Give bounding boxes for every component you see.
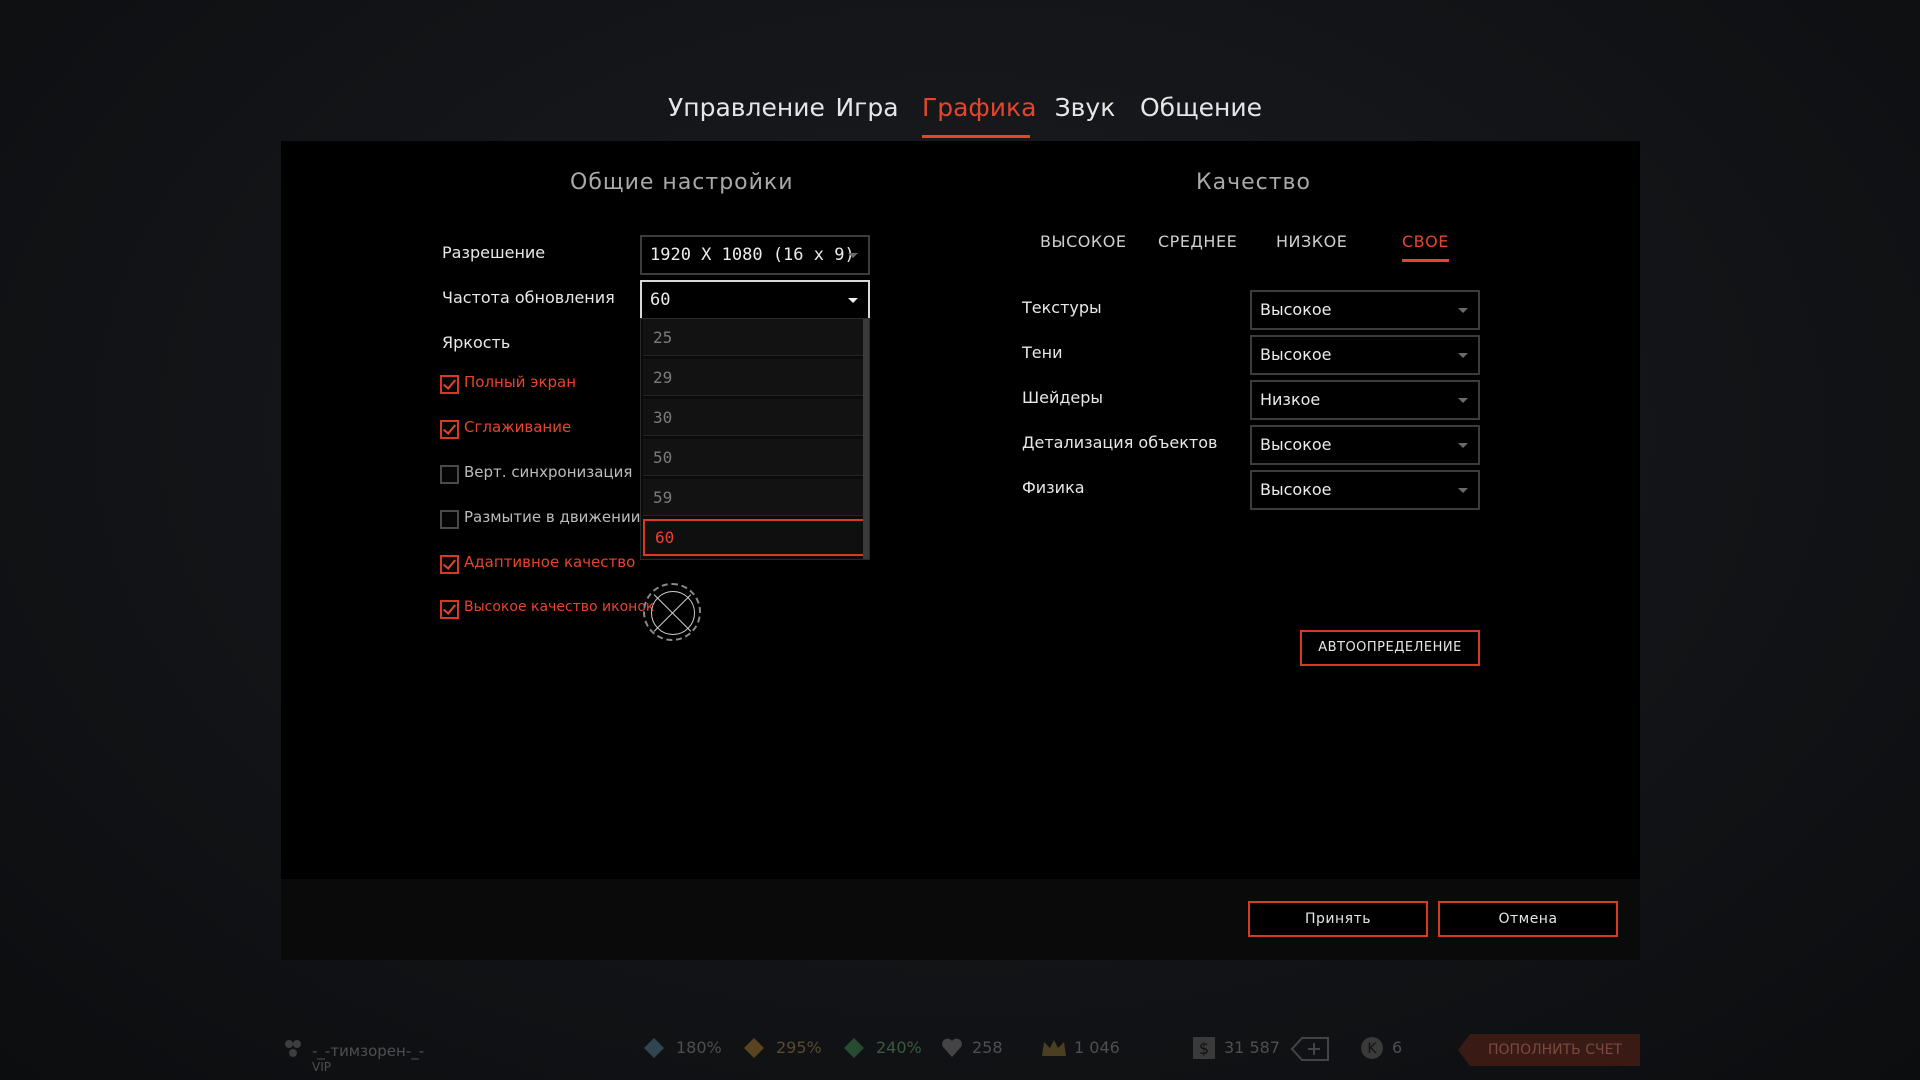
refresh-option[interactable]: 29	[643, 359, 865, 396]
kredits-value: 6	[1392, 1038, 1403, 1057]
preset-high[interactable]: ВЫСОКОЕ	[1040, 232, 1126, 262]
refresh-option[interactable]: 25	[643, 319, 865, 356]
heart-icon	[940, 1036, 964, 1060]
dollar-icon: $	[1192, 1036, 1216, 1060]
shaders-label: Шейдеры	[1022, 388, 1104, 407]
kredits-icon: K	[1360, 1036, 1384, 1060]
brightness-label: Яркость	[442, 333, 511, 352]
vp-booster-icon	[742, 1036, 766, 1060]
money-booster-icon	[842, 1036, 866, 1060]
antialiasing-checkbox[interactable]	[440, 420, 459, 439]
accept-button[interactable]: Принять	[1248, 901, 1428, 937]
quality-title: Качество	[1196, 170, 1311, 195]
resolution-value: 1920 X 1080 (16 x 9)	[650, 245, 855, 265]
preset-medium[interactable]: СРЕДНЕЕ	[1158, 232, 1237, 262]
shadows-label: Тени	[1022, 343, 1063, 362]
refresh-option[interactable]: 59	[643, 479, 865, 516]
autodetect-button[interactable]: АВТООПРЕДЕЛЕНИЕ	[1300, 630, 1480, 666]
xp-booster-value: 180%	[676, 1038, 722, 1057]
money-booster-value: 240%	[876, 1038, 922, 1057]
hq-icons-label: Высокое качество иконок	[464, 599, 655, 615]
settings-tabs: Управление Игра Графика Звук Общение	[0, 88, 1920, 138]
resolution-select[interactable]: 1920 X 1080 (16 x 9)	[640, 235, 870, 275]
crosshair-icon	[643, 583, 701, 641]
hq-icons-checkbox[interactable]	[440, 600, 459, 619]
add-money-icon[interactable]	[1290, 1036, 1330, 1061]
resolution-label: Разрешение	[442, 243, 546, 262]
shaders-value: Низкое	[1260, 390, 1321, 409]
chevron-down-icon	[1458, 443, 1468, 448]
textures-label: Текстуры	[1022, 298, 1102, 317]
adaptive-quality-label: Адаптивное качество	[464, 553, 636, 571]
motion-blur-checkbox[interactable]	[440, 510, 459, 529]
vsync-checkbox[interactable]	[440, 465, 459, 484]
clan-icon	[282, 1038, 306, 1062]
object-detail-select[interactable]: Высокое	[1250, 425, 1480, 465]
refresh-rate-value: 60	[650, 290, 671, 310]
antialiasing-label: Сглаживание	[464, 418, 572, 436]
shaders-select[interactable]: Низкое	[1250, 380, 1480, 420]
crown-icon	[1040, 1036, 1066, 1060]
svg-text:$: $	[1199, 1039, 1209, 1058]
adaptive-quality-checkbox[interactable]	[440, 555, 459, 574]
username: -_-тимзорен-_-	[312, 1042, 425, 1060]
dropdown-scrollbar[interactable]	[863, 319, 869, 559]
top-up-button[interactable]: ПОПОЛНИТЬ СЧЕТ	[1458, 1034, 1640, 1066]
tab-graphics[interactable]: Графика	[922, 88, 1036, 138]
shadows-value: Высокое	[1260, 345, 1332, 364]
refresh-option-selected[interactable]: 60	[643, 519, 865, 556]
shadows-select[interactable]: Высокое	[1250, 335, 1480, 375]
physics-value: Высокое	[1260, 480, 1332, 499]
preset-low[interactable]: НИЗКОЕ	[1276, 232, 1347, 262]
chevron-down-icon	[1458, 488, 1468, 493]
chevron-down-icon	[848, 253, 858, 258]
tab-game[interactable]: Игра	[834, 88, 900, 138]
tab-communication[interactable]: Общение	[1140, 88, 1262, 138]
cancel-button[interactable]: Отмена	[1438, 901, 1618, 937]
vp-booster-value: 295%	[776, 1038, 822, 1057]
textures-select[interactable]: Высокое	[1250, 290, 1480, 330]
chevron-down-icon	[1458, 353, 1468, 358]
chevron-down-icon	[1458, 308, 1468, 313]
xp-booster-icon	[642, 1036, 666, 1060]
textures-value: Высокое	[1260, 300, 1332, 319]
motion-blur-label: Размытие в движении	[464, 508, 641, 526]
preset-custom[interactable]: СВОЕ	[1402, 232, 1449, 262]
chevron-down-icon	[848, 298, 858, 303]
vsync-label: Верт. синхронизация	[464, 463, 633, 481]
refresh-option[interactable]: 30	[643, 399, 865, 436]
tab-sound[interactable]: Звук	[1052, 88, 1118, 138]
fullscreen-label: Полный экран	[464, 373, 577, 391]
vip-rank: VIP	[312, 1060, 331, 1074]
crown-value: 1 046	[1074, 1038, 1120, 1057]
fullscreen-checkbox[interactable]	[440, 375, 459, 394]
panel-footer	[281, 879, 1640, 960]
svg-text:K: K	[1367, 1041, 1377, 1057]
general-settings-title: Общие настройки	[570, 170, 794, 195]
money-value: 31 587	[1224, 1038, 1280, 1057]
chevron-down-icon	[1458, 398, 1468, 403]
object-detail-value: Высокое	[1260, 435, 1332, 454]
refresh-rate-select[interactable]: 60	[640, 280, 870, 320]
refresh-option[interactable]: 50	[643, 439, 865, 476]
heart-value: 258	[972, 1038, 1003, 1057]
tab-controls[interactable]: Управление	[668, 88, 825, 138]
refresh-rate-label: Частота обновления	[442, 288, 615, 307]
refresh-rate-dropdown: 25 29 30 50 59 60	[640, 318, 870, 560]
object-detail-label: Детализация объектов	[1022, 433, 1218, 452]
physics-label: Физика	[1022, 478, 1085, 497]
physics-select[interactable]: Высокое	[1250, 470, 1480, 510]
